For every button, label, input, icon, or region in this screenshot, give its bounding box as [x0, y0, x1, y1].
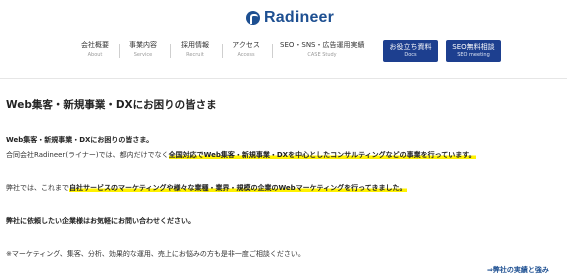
nav-item-recruit[interactable]: 採用情報 Recruit: [178, 40, 212, 59]
nav-divider: [170, 44, 171, 58]
seo-meeting-button-sublabel: SEO meeting: [457, 52, 490, 58]
nav-item-service[interactable]: 事業内容 Service: [126, 40, 160, 59]
highlight-text: 全国対応でWeb集客・新規事業・DXを中心としたコンサルティングなどの事業を行っ…: [168, 151, 476, 159]
nav-item-case-study[interactable]: SEO・SNS・広告運用実績 CASE Study: [280, 40, 365, 59]
nav-divider: [119, 44, 120, 58]
nav-item-access[interactable]: アクセス Access: [229, 40, 263, 59]
intro-paragraph: 合同会社Radineer(ライナー)では、都内だけでなく全国対応でWeb集客・新…: [6, 150, 476, 160]
nav-item-label: 会社概要: [81, 41, 109, 49]
nav-item-sublabel: Service: [133, 52, 153, 58]
nav-item-label: SEO・SNS・広告運用実績: [280, 41, 365, 49]
logo-icon: [246, 11, 260, 25]
page-title: Web集客・新規事業・DXにお困りの皆さま: [6, 99, 217, 111]
nav-item-sublabel: CASE Study: [307, 52, 337, 58]
nav-item-label: 採用情報: [181, 41, 209, 49]
seo-meeting-button[interactable]: SEO無料相談 SEO meeting: [446, 40, 501, 62]
contact-paragraph: 弊社に依頼したい企業様はお気軽にお問い合わせください。: [6, 217, 195, 225]
docs-button-sublabel: Docs: [404, 52, 417, 58]
nav-divider: [222, 44, 223, 58]
seo-meeting-button-label: SEO無料相談: [452, 43, 495, 51]
note-paragraph: ※マーケティング、集客、分析、効果的な運用、売上にお悩みの方も是非一度ご相談くだ…: [6, 250, 305, 258]
highlight-text: 自社サービスのマーケティングや様々な業種・業界・規模の企業のWebマーケティング…: [69, 184, 407, 192]
nav-item-label: アクセス: [232, 41, 260, 49]
header-divider: [0, 78, 567, 79]
docs-button-label: お役立ち資料: [389, 43, 432, 51]
experience-paragraph: 弊社では、これまで自社サービスのマーケティングや様々な業種・業界・規模の企業のW…: [6, 183, 407, 193]
nav-item-label: 事業内容: [129, 41, 157, 49]
nav-divider: [272, 44, 273, 58]
nav-item-about[interactable]: 会社概要 About: [78, 40, 112, 59]
logo-text: Radineer: [264, 9, 335, 26]
docs-button[interactable]: お役立ち資料 Docs: [383, 40, 438, 62]
strengths-link[interactable]: ⇒弊社の実績と強み: [487, 265, 549, 275]
logo[interactable]: Radineer: [246, 9, 334, 27]
experience-text: 弊社では、これまで: [6, 184, 69, 192]
nav-item-sublabel: Access: [237, 52, 255, 58]
intro-text: 合同会社Radineer(ライナー)では、都内だけでなく: [6, 151, 169, 159]
nav-item-sublabel: About: [87, 52, 103, 58]
nav-item-sublabel: Recruit: [186, 52, 204, 58]
lead-text: Web集客・新規事業・DXにお困りの皆さま。: [6, 136, 154, 144]
